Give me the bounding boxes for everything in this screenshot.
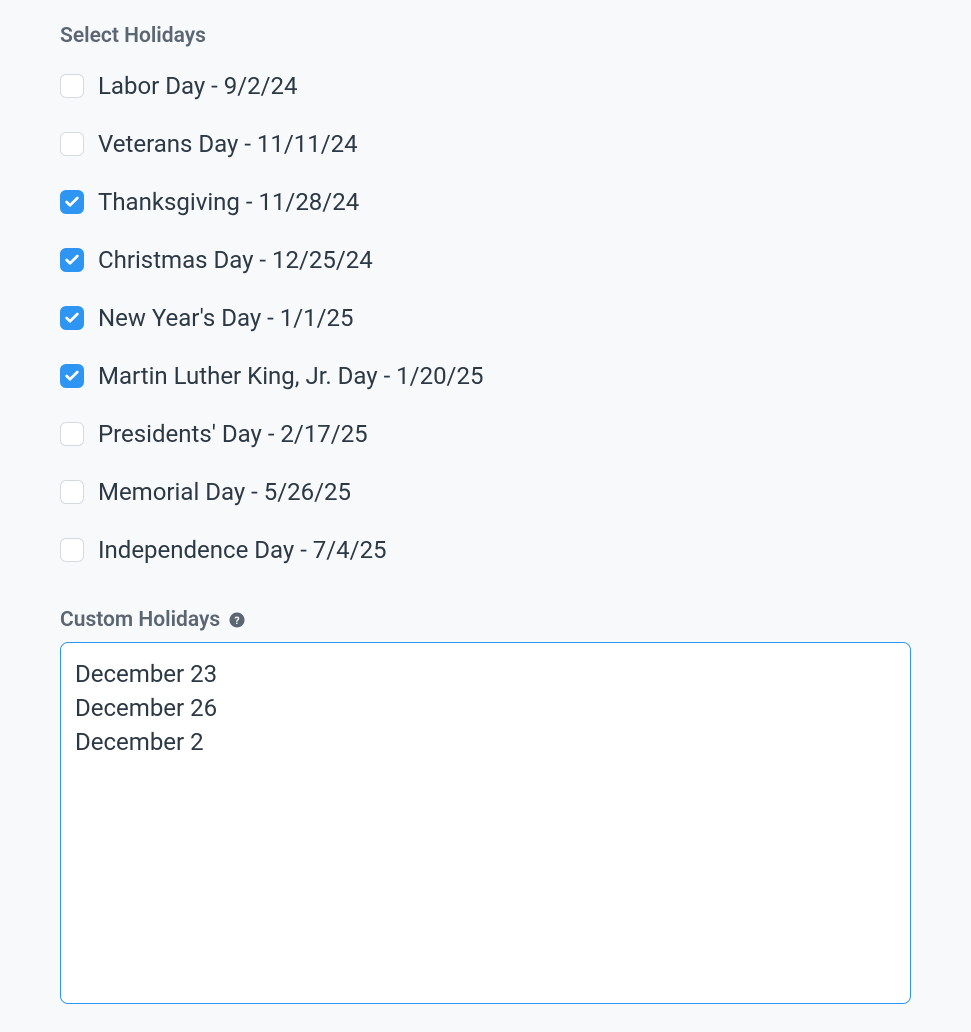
holiday-checkbox-new-years-day[interactable] — [60, 306, 84, 330]
holiday-checkbox-independence-day[interactable] — [60, 538, 84, 562]
holiday-label[interactable]: Presidents' Day - 2/17/25 — [98, 420, 368, 448]
check-icon — [64, 252, 80, 268]
holiday-label[interactable]: New Year's Day - 1/1/25 — [98, 304, 353, 332]
custom-holidays-header: Custom Holidays ? — [60, 608, 911, 632]
holiday-label[interactable]: Veterans Day - 11/11/24 — [98, 130, 358, 158]
holiday-checkbox-presidents-day[interactable] — [60, 422, 84, 446]
holiday-item-veterans-day[interactable]: Veterans Day - 11/11/24 — [60, 130, 911, 158]
holiday-item-thanksgiving[interactable]: Thanksgiving - 11/28/24 — [60, 188, 911, 216]
holiday-item-mlk-day[interactable]: Martin Luther King, Jr. Day - 1/20/25 — [60, 362, 911, 390]
holiday-item-christmas-day[interactable]: Christmas Day - 12/25/24 — [60, 246, 911, 274]
holiday-label[interactable]: Memorial Day - 5/26/25 — [98, 478, 351, 506]
holiday-label[interactable]: Martin Luther King, Jr. Day - 1/20/25 — [98, 362, 483, 390]
check-icon — [64, 194, 80, 210]
holiday-label[interactable]: Labor Day - 9/2/24 — [98, 72, 298, 100]
holiday-checkbox-memorial-day[interactable] — [60, 480, 84, 504]
holiday-label[interactable]: Independence Day - 7/4/25 — [98, 536, 387, 564]
holiday-item-presidents-day[interactable]: Presidents' Day - 2/17/25 — [60, 420, 911, 448]
holiday-item-labor-day[interactable]: Labor Day - 9/2/24 — [60, 72, 911, 100]
holiday-checkbox-labor-day[interactable] — [60, 74, 84, 98]
custom-holidays-input[interactable] — [60, 642, 911, 1004]
holiday-item-independence-day[interactable]: Independence Day - 7/4/25 — [60, 536, 911, 564]
holiday-label[interactable]: Christmas Day - 12/25/24 — [98, 246, 373, 274]
holiday-item-memorial-day[interactable]: Memorial Day - 5/26/25 — [60, 478, 911, 506]
select-holidays-title: Select Holidays — [60, 24, 911, 48]
holiday-list: Labor Day - 9/2/24 Veterans Day - 11/11/… — [60, 72, 911, 564]
holiday-label[interactable]: Thanksgiving - 11/28/24 — [98, 188, 359, 216]
help-icon[interactable]: ? — [228, 611, 246, 629]
holiday-item-new-years-day[interactable]: New Year's Day - 1/1/25 — [60, 304, 911, 332]
holiday-checkbox-christmas-day[interactable] — [60, 248, 84, 272]
holiday-checkbox-mlk-day[interactable] — [60, 364, 84, 388]
holiday-checkbox-thanksgiving[interactable] — [60, 190, 84, 214]
custom-holidays-title: Custom Holidays — [60, 608, 220, 632]
svg-text:?: ? — [235, 614, 240, 627]
holiday-checkbox-veterans-day[interactable] — [60, 132, 84, 156]
check-icon — [64, 368, 80, 384]
check-icon — [64, 310, 80, 326]
